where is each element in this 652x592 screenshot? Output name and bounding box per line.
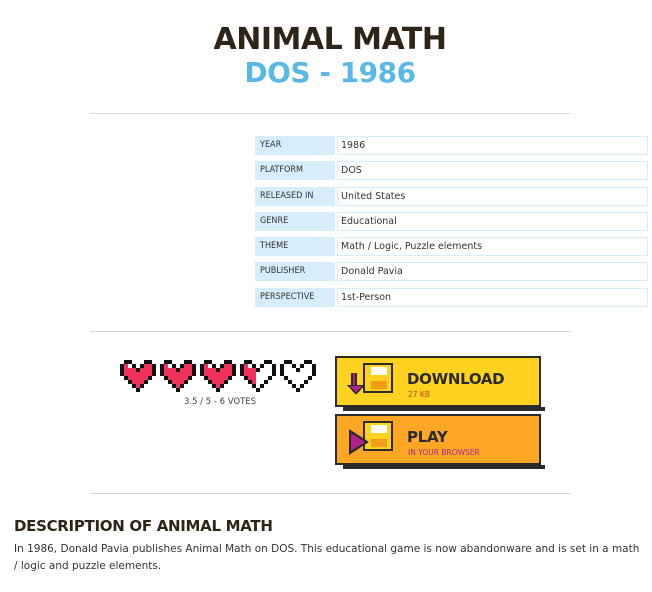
info-row-year: YEAR 1986 <box>255 136 648 155</box>
info-value[interactable]: 1st-Person <box>337 287 648 307</box>
play-label: PLAY <box>407 428 448 446</box>
download-size: 27 KB <box>408 390 430 399</box>
divider <box>90 113 571 114</box>
play-button[interactable]: PLAY IN YOUR BROWSER <box>335 414 545 469</box>
info-row-theme: THEME Math / Logic, Puzzle elements <box>255 237 648 257</box>
info-row-perspective: PERSPECTIVE 1st-Person <box>255 287 648 307</box>
heart-half-icon[interactable] <box>240 360 276 392</box>
info-key: GENRE <box>255 211 335 231</box>
floppy-play-icon <box>349 421 393 455</box>
info-row-publisher: PUBLISHER Donald Pavia <box>255 262 648 282</box>
info-row-genre: GENRE Educational <box>255 211 648 231</box>
divider <box>90 331 571 332</box>
heart-full-icon[interactable] <box>160 360 196 392</box>
info-key: YEAR <box>255 136 335 155</box>
heart-full-icon[interactable] <box>200 360 236 392</box>
play-sub-label: IN YOUR BROWSER <box>408 448 480 457</box>
download-label: DOWNLOAD <box>407 370 505 388</box>
rating-votes: 3.5 / 5 - 6 VOTES <box>183 397 257 407</box>
info-key: PUBLISHER <box>255 262 335 282</box>
download-button[interactable]: DOWNLOAD 27 KB <box>335 356 545 411</box>
info-row-platform: PLATFORM DOS <box>255 161 648 181</box>
info-table: YEAR 1986 PLATFORM DOS RELEASED IN Unite… <box>255 136 648 313</box>
game-title: ANIMAL MATH <box>213 22 447 57</box>
floppy-download-icon <box>347 363 393 395</box>
heart-full-icon[interactable] <box>120 360 156 392</box>
heart-empty-icon[interactable] <box>280 360 316 392</box>
info-value[interactable]: 1986 <box>337 136 648 155</box>
info-value[interactable]: DOS <box>337 161 648 181</box>
info-row-released-in: RELEASED IN United States <box>255 186 648 206</box>
info-value[interactable]: Math / Logic, Puzzle elements <box>337 237 648 257</box>
info-value[interactable]: Educational <box>337 211 648 231</box>
button-shadow <box>343 407 545 411</box>
info-value[interactable]: Donald Pavia <box>337 262 648 282</box>
info-key: RELEASED IN <box>255 186 335 206</box>
game-subtitle: DOS - 1986 <box>244 56 416 89</box>
info-key: PERSPECTIVE <box>255 287 335 307</box>
info-value[interactable]: United States <box>337 186 648 206</box>
divider <box>90 493 571 494</box>
description-title: DESCRIPTION OF ANIMAL MATH <box>14 517 273 535</box>
rating-hearts[interactable] <box>120 360 320 394</box>
info-key: THEME <box>255 237 335 257</box>
info-key: PLATFORM <box>255 161 335 181</box>
button-shadow <box>343 465 545 469</box>
description-text: In 1986, Donald Pavia publishes Animal M… <box>14 543 640 572</box>
